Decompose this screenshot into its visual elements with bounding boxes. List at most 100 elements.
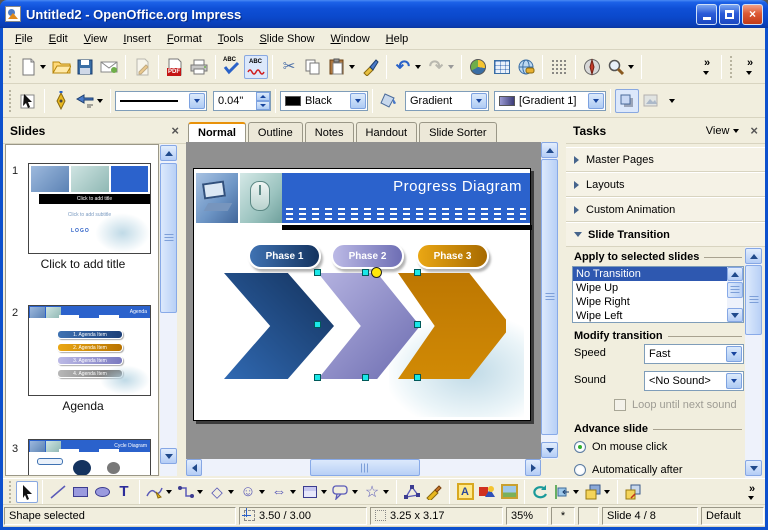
list-scroll-down[interactable]: [727, 308, 743, 322]
line-tool-icon[interactable]: [47, 481, 69, 503]
section-slide-transition[interactable]: Slide Transition: [566, 222, 765, 247]
zoom-level-cell[interactable]: 35%: [506, 507, 548, 525]
curve-tool-icon[interactable]: [144, 481, 166, 503]
line-width-input[interactable]: 0.04": [213, 91, 271, 111]
page-style-cell[interactable]: Default: [701, 507, 764, 525]
connector-tool-icon[interactable]: [175, 481, 197, 503]
new-document-dropdown[interactable]: [40, 65, 46, 69]
slide-thumbnail-2[interactable]: Agenda 1. Agenda Item 2. Agenda Item 3. …: [28, 305, 151, 396]
menu-file[interactable]: File: [7, 31, 41, 47]
automatically-after-radio[interactable]: [574, 464, 586, 476]
format-paintbrush-icon[interactable]: [358, 55, 382, 79]
spin-up-icon[interactable]: [256, 92, 270, 101]
loop-checkbox[interactable]: [614, 399, 626, 411]
section-custom-animation[interactable]: Custom Animation: [566, 197, 765, 222]
rotate-icon[interactable]: [529, 481, 551, 503]
connector-dropdown[interactable]: [197, 490, 203, 494]
selection-handle-ml[interactable]: [314, 321, 321, 328]
fill-gradient-select[interactable]: [Gradient 1]: [494, 91, 606, 111]
menu-help[interactable]: Help: [378, 31, 417, 47]
edit-points-icon[interactable]: [401, 481, 423, 503]
tasks-panel-close-icon[interactable]: ×: [750, 123, 758, 138]
select-icon[interactable]: [16, 89, 40, 113]
fill-type-select[interactable]: Gradient: [405, 91, 489, 111]
phase1-pill[interactable]: Phase 1: [248, 243, 321, 269]
flowcharts-dropdown[interactable]: [321, 490, 327, 494]
symbol-shapes-dropdown[interactable]: [259, 490, 265, 494]
arrow-style-icon[interactable]: [73, 89, 97, 113]
menu-format[interactable]: Format: [159, 31, 210, 47]
toolbar-overflow[interactable]: »: [697, 58, 717, 75]
stars-dropdown[interactable]: [383, 490, 389, 494]
list-scroll-up[interactable]: [727, 267, 743, 281]
save-icon[interactable]: [73, 55, 97, 79]
paste-dropdown[interactable]: [349, 65, 355, 69]
selection-handle-bl[interactable]: [314, 374, 321, 381]
menu-edit[interactable]: Edit: [41, 31, 76, 47]
on-mouse-click-radio[interactable]: [574, 441, 586, 453]
slide-thumbnail-3[interactable]: Cycle Diagram: [28, 439, 151, 476]
fill-gradient-dropdown[interactable]: [588, 93, 604, 109]
basic-shapes-dropdown[interactable]: [228, 490, 234, 494]
editor-scroll-left[interactable]: [186, 459, 202, 476]
slide-title-band[interactable]: Progress Diagram: [282, 173, 530, 223]
slides-scroll-down[interactable]: [160, 448, 177, 464]
slide-workspace[interactable]: Progress Diagram Phase 1 Phase 2 Phase 3: [186, 142, 541, 459]
print-icon[interactable]: [187, 55, 211, 79]
callouts-icon[interactable]: [330, 481, 352, 503]
title-bar[interactable]: Untitled2 - OpenOffice.org Impress ×: [0, 0, 768, 28]
ellipse-tool-icon[interactable]: [91, 481, 113, 503]
zoom-icon[interactable]: [604, 55, 628, 79]
line-width-spinner[interactable]: [256, 92, 270, 110]
line-style-select[interactable]: [115, 91, 207, 111]
arrow-style-dropdown[interactable]: [97, 99, 103, 103]
close-button[interactable]: ×: [742, 4, 763, 25]
editor-scroll-right[interactable]: [525, 459, 541, 476]
insert-table-icon[interactable]: [490, 55, 514, 79]
open-icon[interactable]: [49, 55, 73, 79]
phase3-pill[interactable]: Phase 3: [416, 243, 489, 269]
transition-option[interactable]: Wipe Right: [573, 295, 729, 309]
selection-handle-bm[interactable]: [362, 374, 369, 381]
transition-option[interactable]: Wipe Left: [573, 309, 729, 323]
tab-normal[interactable]: Normal: [188, 122, 246, 142]
tasks-scroll-thumb[interactable]: [745, 265, 762, 335]
transition-option[interactable]: Wipe Up: [573, 281, 729, 295]
menu-view[interactable]: View: [76, 31, 116, 47]
list-scroll-thumb[interactable]: [727, 282, 743, 298]
toolbar-grip[interactable]: [729, 56, 734, 78]
transition-list-scrollbar[interactable]: [727, 267, 743, 322]
undo-icon[interactable]: ↶: [391, 55, 415, 79]
show-grid-icon[interactable]: [547, 55, 571, 79]
redo-dropdown[interactable]: [448, 65, 454, 69]
editor-vscrollbar[interactable]: [541, 142, 558, 459]
zoom-dropdown[interactable]: [628, 65, 634, 69]
extrusion-icon[interactable]: [622, 481, 644, 503]
tab-notes[interactable]: Notes: [305, 122, 354, 142]
cut-icon[interactable]: ✂: [277, 55, 301, 79]
spellcheck-icon[interactable]: ABC: [220, 55, 244, 79]
editor-vscroll-thumb[interactable]: [541, 159, 558, 435]
slides-scroll-up[interactable]: [160, 145, 177, 161]
editor-scroll-up[interactable]: [541, 142, 558, 158]
slides-panel-close-icon[interactable]: ×: [171, 123, 179, 138]
toolbar-grip[interactable]: [8, 56, 13, 78]
line-color-dropdown[interactable]: [350, 93, 366, 109]
navigator-icon[interactable]: [580, 55, 604, 79]
phase2-pill[interactable]: Phase 2: [331, 243, 404, 269]
slide-thumbnail-1[interactable]: Click to add title Click to add subtitle…: [28, 163, 151, 254]
slide-list[interactable]: 1 Click to add title Click to add subtit…: [5, 144, 159, 476]
arrange-dropdown[interactable]: [604, 490, 610, 494]
menu-tools[interactable]: Tools: [210, 31, 252, 47]
toolbar-grip[interactable]: [8, 481, 13, 503]
speed-select[interactable]: Fast: [644, 344, 744, 364]
drawbar-overflow[interactable]: »: [741, 484, 763, 500]
rectangle-tool-icon[interactable]: [69, 481, 91, 503]
stars-icon[interactable]: ☆: [361, 481, 383, 503]
toolbar2-overflow-dropdown[interactable]: [669, 99, 675, 103]
tab-outline[interactable]: Outline: [248, 122, 303, 142]
slides-scrollbar[interactable]: [160, 144, 177, 476]
current-slide[interactable]: Progress Diagram Phase 1 Phase 2 Phase 3: [193, 168, 531, 421]
editor-scroll-down[interactable]: [541, 442, 558, 458]
export-pdf-icon[interactable]: PDF: [163, 55, 187, 79]
